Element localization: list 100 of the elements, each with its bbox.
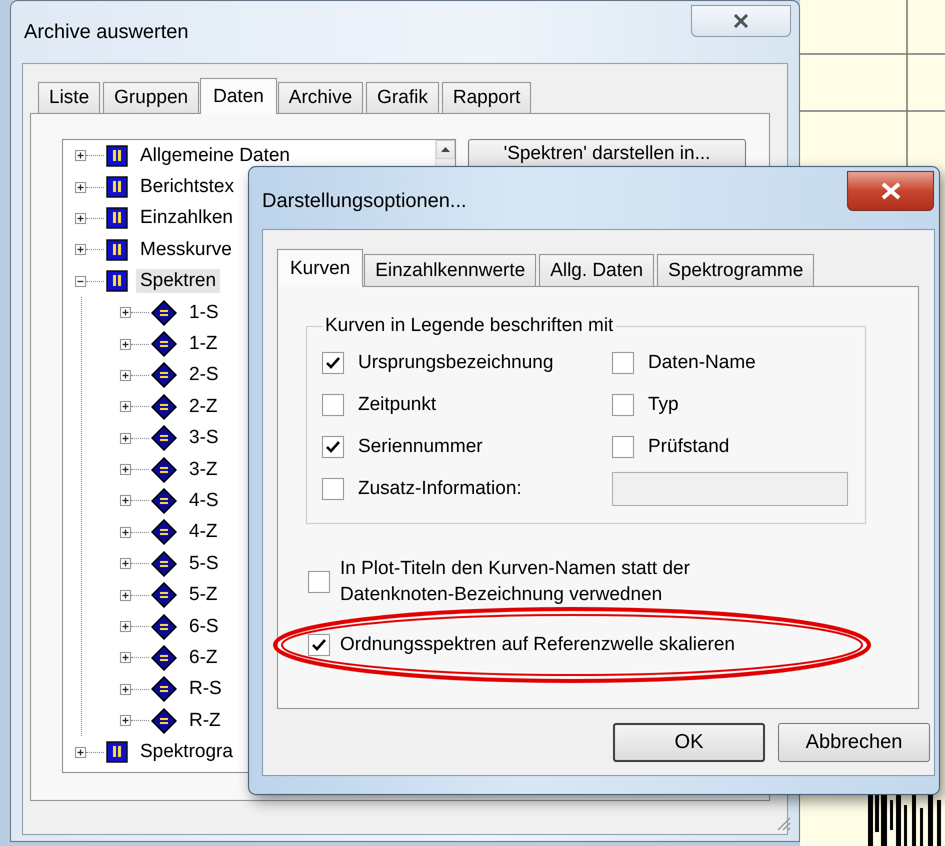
diamond-icon xyxy=(151,676,177,702)
tree-item[interactable]: Einzahlken xyxy=(136,206,237,230)
diamond-icon xyxy=(151,425,177,452)
expand-icon[interactable] xyxy=(120,652,131,664)
tab[interactable]: Einzahlkennwerte xyxy=(364,254,536,286)
expand-icon[interactable] xyxy=(120,526,131,538)
tree-item[interactable]: 1-S xyxy=(185,300,223,325)
checkbox-label: Typ xyxy=(648,394,679,416)
expand-icon[interactable] xyxy=(75,244,86,256)
checkbox-label: Daten-Name xyxy=(648,352,756,374)
expand-icon[interactable] xyxy=(75,746,86,758)
expand-icon[interactable] xyxy=(120,307,131,318)
scroll-up-button[interactable] xyxy=(436,140,455,159)
checkbox[interactable] xyxy=(322,394,344,416)
checkbox-label: Ordnungsspektren auf Referenzwelle skalieren xyxy=(340,633,736,657)
tree-item[interactable]: 3-Z xyxy=(185,458,222,482)
tree-item[interactable]: 2-S xyxy=(185,363,223,388)
tree-item[interactable]: Spektrogra xyxy=(136,740,237,764)
expand-icon[interactable] xyxy=(75,150,86,162)
expand-icon[interactable] xyxy=(120,590,131,601)
folder-icon xyxy=(106,144,128,167)
tab[interactable]: Allg. Daten xyxy=(539,254,654,286)
dialog-title: Darstellungsoptionen... xyxy=(262,189,467,213)
checkbox[interactable] xyxy=(322,436,344,458)
expand-icon[interactable] xyxy=(120,621,131,632)
tab[interactable]: Daten xyxy=(200,78,277,114)
tab[interactable]: Rapport xyxy=(442,82,532,113)
expand-icon[interactable] xyxy=(120,338,131,350)
collapse-icon[interactable] xyxy=(75,276,86,287)
window-title: Archive auswerten xyxy=(24,21,189,44)
close-icon xyxy=(880,182,902,200)
folder-icon xyxy=(106,270,128,292)
diamond-icon xyxy=(151,331,177,358)
check-icon xyxy=(326,357,340,369)
tab[interactable]: Archive xyxy=(278,82,364,113)
checkbox[interactable] xyxy=(612,394,634,416)
diamond-icon xyxy=(151,456,177,483)
tree-item[interactable]: Messkurve xyxy=(136,238,236,262)
diamond-icon xyxy=(151,394,177,420)
tree-item[interactable]: 4-S xyxy=(185,488,223,513)
tab[interactable]: Kurven xyxy=(277,249,364,287)
cancel-button[interactable]: Abbrechen xyxy=(778,723,930,762)
close-button[interactable] xyxy=(691,5,791,37)
diamond-icon xyxy=(151,300,177,326)
checkbox-label: Zeitpunkt xyxy=(358,394,436,416)
tab[interactable]: Liste xyxy=(38,82,100,113)
checkbox-label: Zusatz-Information: xyxy=(358,478,522,500)
checkbox-label: Prüfstand xyxy=(648,436,730,458)
tab[interactable]: Spektrogramme xyxy=(657,254,814,286)
expand-icon[interactable] xyxy=(120,370,131,381)
tree-item[interactable]: 3-S xyxy=(185,426,223,450)
expand-icon[interactable] xyxy=(120,715,131,726)
expand-icon[interactable] xyxy=(75,182,86,193)
expand-icon[interactable] xyxy=(120,684,131,695)
expand-icon[interactable] xyxy=(120,495,131,506)
tree-item[interactable]: 5-S xyxy=(185,552,223,576)
tab[interactable]: Gruppen xyxy=(103,82,200,113)
diamond-icon xyxy=(151,614,177,640)
tree-item[interactable]: Allgemeine Daten xyxy=(136,144,294,168)
folder-icon xyxy=(106,238,128,261)
tree-item[interactable]: Spektren xyxy=(136,269,220,294)
checkbox-label: In Plot-Titeln den Kurven-Namen statt der Datenknoten-Bezeichnung verwednen xyxy=(340,557,691,607)
close-icon xyxy=(733,14,749,28)
check-icon xyxy=(326,441,340,453)
diamond-icon xyxy=(151,644,177,671)
diamond-icon xyxy=(151,708,177,734)
folder-icon xyxy=(106,176,128,198)
expand-icon[interactable] xyxy=(120,401,131,412)
checkbox-label: Ursprungsbezeichnung xyxy=(358,352,554,374)
expand-icon[interactable] xyxy=(120,558,131,570)
tree-item[interactable]: 2-Z xyxy=(185,394,222,419)
diamond-icon xyxy=(151,519,177,546)
tree-item[interactable]: 4-Z xyxy=(185,520,222,544)
checkbox[interactable] xyxy=(308,634,330,656)
group-title: Kurven in Legende beschriften mit xyxy=(324,315,614,337)
checkbox[interactable] xyxy=(322,478,344,500)
tree-item[interactable]: 6-Z xyxy=(185,646,222,670)
check-icon xyxy=(312,639,326,651)
tree-item[interactable]: R-Z xyxy=(185,708,225,733)
expand-icon[interactable] xyxy=(120,464,131,476)
expand-icon[interactable] xyxy=(75,212,86,224)
diamond-icon xyxy=(151,488,177,514)
folder-icon xyxy=(106,207,128,230)
checkbox[interactable] xyxy=(308,571,330,593)
diamond-icon xyxy=(151,362,177,388)
tree-item[interactable]: 6-S xyxy=(185,614,223,639)
expand-icon[interactable] xyxy=(120,432,131,444)
tree-item[interactable]: R-S xyxy=(185,677,226,702)
tab[interactable]: Grafik xyxy=(366,82,439,113)
checkbox[interactable] xyxy=(322,352,344,374)
caret-icon xyxy=(441,147,450,152)
close-button[interactable] xyxy=(847,171,934,211)
tree-item[interactable]: Berichtstex xyxy=(136,175,238,200)
checkbox[interactable] xyxy=(612,352,634,374)
diamond-icon xyxy=(151,582,177,608)
checkbox[interactable] xyxy=(612,436,634,458)
checkbox-label: Seriennummer xyxy=(358,436,483,458)
tree-item[interactable]: 1-Z xyxy=(185,332,222,356)
tree-item[interactable]: 5-Z xyxy=(185,583,222,608)
ok-button[interactable]: OK xyxy=(613,723,765,762)
